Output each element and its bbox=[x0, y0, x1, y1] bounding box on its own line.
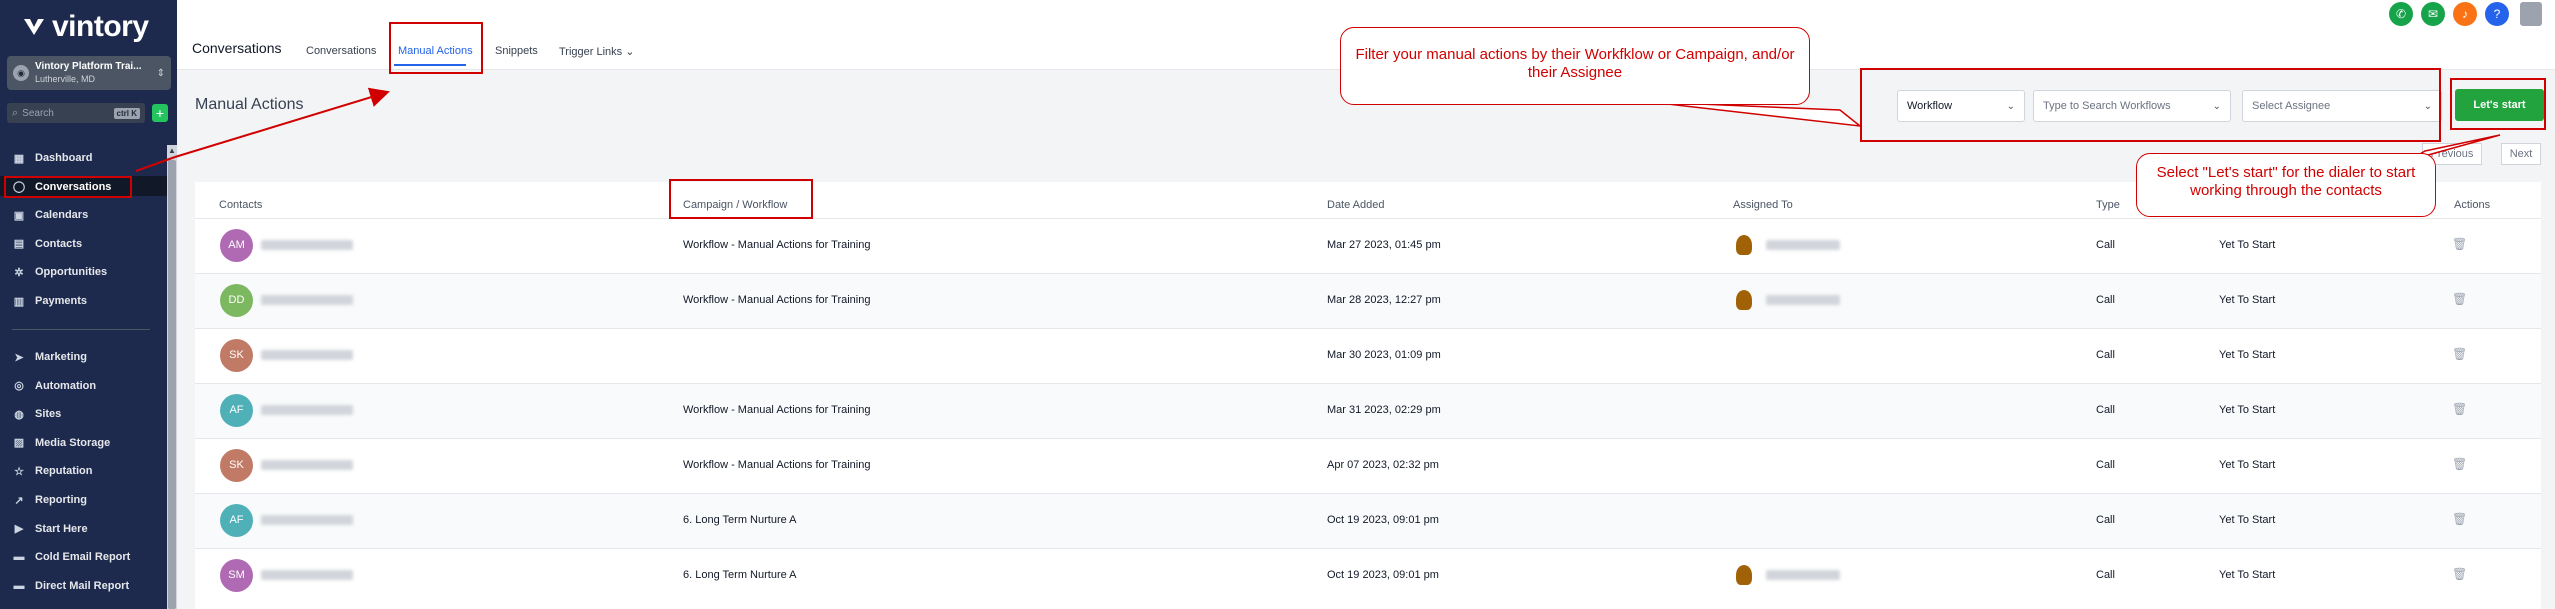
filter-callout-tail bbox=[1649, 101, 1863, 128]
start-callout: Select "Let's start" for the dialer to s… bbox=[2136, 153, 2436, 217]
arrow-conversations-stub bbox=[135, 156, 176, 172]
arrow-conversations-to-tab bbox=[174, 87, 390, 158]
filter-callout: Filter your manual actions by their Work… bbox=[1340, 27, 1810, 105]
annotation-arrows bbox=[135, 87, 2501, 172]
